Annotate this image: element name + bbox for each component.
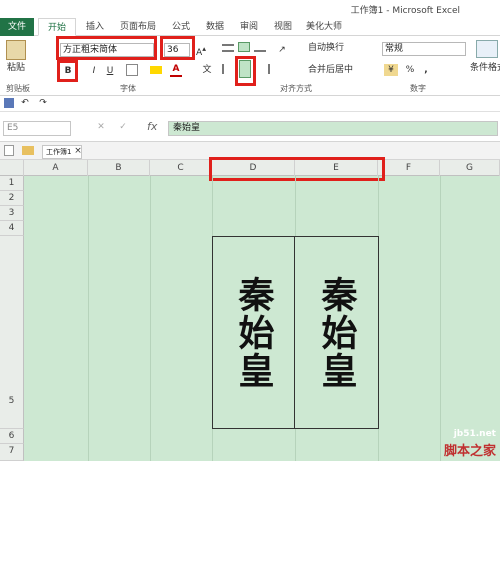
phonetic-icon[interactable]: 文 <box>200 64 214 76</box>
tab-file[interactable]: 文件 <box>0 18 34 36</box>
cell-e5[interactable]: 秦始皇 <box>294 236 379 429</box>
grow-font-icon[interactable]: A▴ <box>196 43 206 59</box>
highlight-font-size <box>160 36 195 60</box>
formula-input[interactable]: 秦始皇 <box>168 121 498 136</box>
name-box[interactable]: E5 <box>3 121 71 136</box>
highlight-font-name <box>56 36 157 60</box>
cell-d5-text: 秦始皇 <box>232 275 275 390</box>
close-tab-icon[interactable]: × <box>74 145 82 157</box>
row-header-3[interactable]: 3 <box>0 206 24 221</box>
new-doc-icon[interactable] <box>4 145 14 156</box>
undo-icon[interactable]: ↶ <box>20 97 30 109</box>
tab-review[interactable]: 审阅 <box>234 18 264 36</box>
open-folder-icon[interactable] <box>22 146 34 155</box>
tab-data[interactable]: 数据 <box>200 18 230 36</box>
ribbon-tabs: 文件 开始 插入 页面布局 公式 数据 审阅 视图 美化大师 <box>0 18 500 36</box>
insert-function-icon[interactable]: fx <box>147 120 157 133</box>
save-icon[interactable] <box>4 98 14 108</box>
quick-access-toolbar: ↶ ↷ <box>0 96 500 112</box>
merge-center-button[interactable]: 合并后居中 <box>308 64 372 76</box>
font-color-icon[interactable]: A <box>170 63 182 77</box>
row-header-5[interactable]: 5 <box>0 236 24 429</box>
gridline <box>150 176 151 461</box>
tab-home[interactable]: 开始 <box>38 18 76 36</box>
align-left-icon[interactable] <box>222 64 234 74</box>
highlight-align-center <box>235 56 256 86</box>
cell-d5[interactable]: 秦始皇 <box>212 236 295 429</box>
row-header-2[interactable]: 2 <box>0 191 24 206</box>
gridline <box>88 176 89 461</box>
paste-button[interactable]: 粘贴 <box>4 62 28 74</box>
highlight-columns-de <box>209 157 385 181</box>
col-header-b[interactable]: B <box>88 160 150 176</box>
select-all-corner[interactable] <box>0 160 24 176</box>
ribbon: 粘贴 方正粗宋简体 36 A▴ B I U A 文 剪贴板 字体 ↗ 自动换行 … <box>0 36 500 96</box>
tab-view[interactable]: 视图 <box>268 18 298 36</box>
align-right-icon[interactable] <box>258 64 270 74</box>
group-clipboard: 剪贴板 <box>6 84 30 93</box>
window-title: 工作簿1 - Microsoft Excel <box>350 6 460 16</box>
tab-insert[interactable]: 插入 <box>80 18 110 36</box>
align-top-icon[interactable] <box>222 44 234 52</box>
currency-icon[interactable]: ¥ <box>384 64 398 76</box>
group-number: 数字 <box>410 84 426 93</box>
comma-button[interactable]: , <box>420 64 432 76</box>
group-alignment: 对齐方式 <box>280 84 312 93</box>
cond-format-button[interactable]: 条件格式 <box>470 62 500 74</box>
col-header-g[interactable]: G <box>440 160 500 176</box>
title-bar: 工作簿1 - Microsoft Excel <box>0 0 500 18</box>
col-header-f[interactable]: F <box>378 160 440 176</box>
watermark-text: 脚本之家 <box>443 444 496 459</box>
wrap-text-button[interactable]: 自动换行 <box>308 42 356 54</box>
number-format-select[interactable]: 常规 <box>382 42 466 56</box>
tab-beautify[interactable]: 美化大师 <box>302 18 346 36</box>
workbook-tab-label: 工作簿1 <box>46 148 72 156</box>
col-header-a[interactable]: A <box>24 160 88 176</box>
redo-icon[interactable]: ↷ <box>38 97 48 109</box>
highlight-bold <box>57 60 78 82</box>
row-header-1[interactable]: 1 <box>0 176 24 191</box>
border-icon[interactable] <box>126 64 138 76</box>
percent-button[interactable]: % <box>404 64 416 76</box>
italic-button[interactable]: I <box>88 65 100 77</box>
col-header-c[interactable]: C <box>150 160 212 176</box>
worksheet-grid[interactable]: A B C D E F G 1 2 3 4 5 6 7 秦始皇 秦始皇 jb51… <box>0 157 500 461</box>
group-font: 字体 <box>120 84 136 93</box>
cond-format-icon[interactable] <box>476 40 498 58</box>
watermark-url: jb51.net <box>453 429 496 439</box>
paste-icon[interactable] <box>6 40 26 60</box>
row-header-6[interactable]: 6 <box>0 429 24 444</box>
cancel-icon[interactable]: ✕ <box>96 121 106 133</box>
gridline <box>440 176 441 461</box>
cell-e5-text: 秦始皇 <box>315 275 358 390</box>
align-middle-icon[interactable] <box>238 42 250 52</box>
row-header-4[interactable]: 4 <box>0 221 24 236</box>
fill-color-icon[interactable] <box>150 66 162 74</box>
orientation-icon[interactable]: ↗ <box>276 44 288 56</box>
row-header-7[interactable]: 7 <box>0 444 24 461</box>
tab-formulas[interactable]: 公式 <box>166 18 196 36</box>
enter-icon[interactable]: ✓ <box>118 121 128 133</box>
tab-page-layout[interactable]: 页面布局 <box>116 18 160 36</box>
align-bottom-icon[interactable] <box>254 44 266 52</box>
underline-button[interactable]: U <box>104 65 116 77</box>
formula-bar: E5 ✕ ✓ fx 秦始皇 <box>0 112 500 142</box>
